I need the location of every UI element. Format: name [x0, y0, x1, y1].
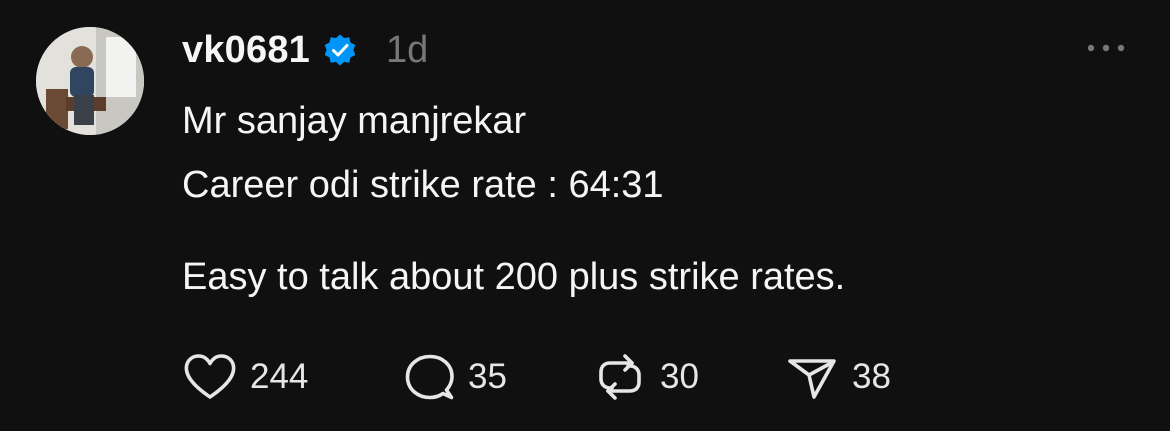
post-header: vk0681 1d	[182, 24, 428, 76]
post-time: 1d	[386, 28, 429, 71]
avatar[interactable]	[36, 27, 144, 135]
reply-count: 35	[468, 357, 507, 396]
post-text-line: Career odi strike rate : 64:31	[182, 164, 664, 206]
share-count: 38	[852, 357, 891, 396]
action-bar: 244 35 30 38	[182, 352, 891, 402]
repost-icon	[592, 352, 648, 402]
repost-count: 30	[660, 357, 699, 396]
username[interactable]: vk0681	[182, 29, 310, 72]
repost-button[interactable]: 30	[592, 352, 784, 402]
heart-icon	[182, 352, 238, 402]
thread-post: vk0681 1d Mr sanjay manjrekar Career odi…	[0, 0, 1170, 431]
verified-badge-icon	[322, 32, 358, 68]
comment-bubble-icon	[400, 352, 456, 402]
like-button[interactable]: 244	[182, 352, 400, 402]
share-button[interactable]: 38	[784, 352, 891, 402]
avatar-photo	[36, 27, 144, 135]
post-text-line: Mr sanjay manjrekar	[182, 100, 527, 142]
reply-button[interactable]: 35	[400, 352, 592, 402]
like-count: 244	[250, 357, 309, 396]
more-options-icon[interactable]	[1084, 36, 1128, 60]
post-text-line: Easy to talk about 200 plus strike rates…	[182, 256, 846, 298]
send-icon	[784, 352, 840, 402]
